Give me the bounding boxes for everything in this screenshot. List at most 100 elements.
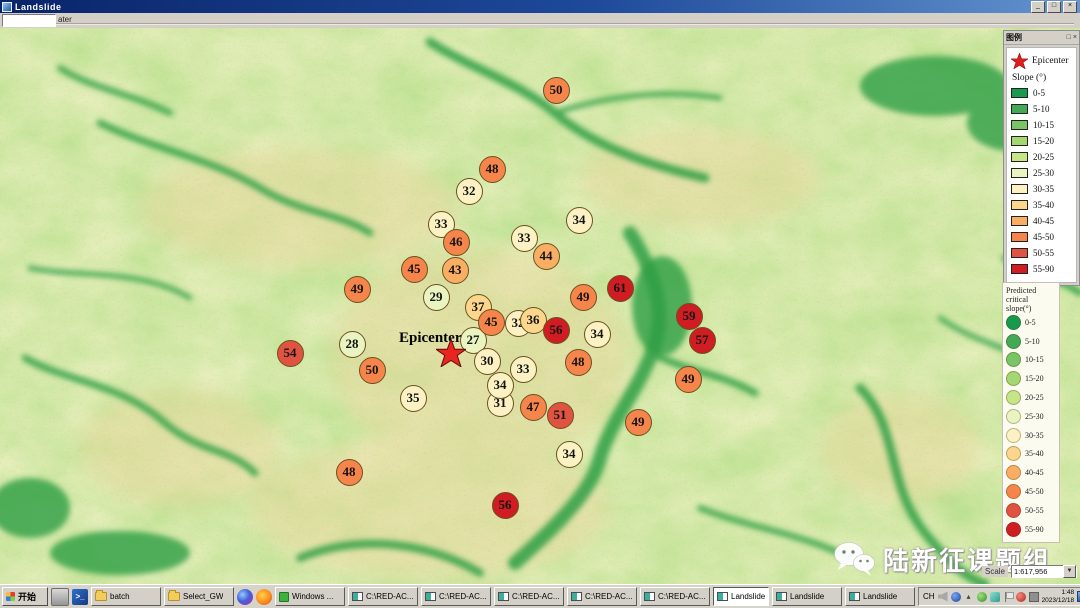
window-title: Landslide — [15, 2, 62, 12]
legend-range-label: 5-10 — [1033, 104, 1050, 114]
wechat-icon — [833, 540, 877, 578]
console-icon — [571, 592, 582, 601]
window-controls: _□× — [1031, 1, 1080, 13]
console-icon — [849, 592, 860, 601]
task-label: Landslide — [790, 592, 824, 601]
taskbar-task-button[interactable]: C:\RED-AC... — [567, 587, 637, 606]
legend-class-row: 20-25 — [1006, 388, 1057, 407]
legend-swatch — [1011, 120, 1028, 130]
taskbar-task-button[interactable]: Landslide — [845, 587, 915, 606]
minimize-button[interactable]: _ — [1031, 1, 1045, 13]
legend-range-label: 20-25 — [1025, 393, 1044, 402]
legend-swatch — [1006, 334, 1021, 349]
taskbar-task-button[interactable]: Select_GW — [164, 587, 234, 606]
printer-icon[interactable] — [51, 588, 69, 606]
legend-swatch — [1006, 352, 1021, 367]
legend-range-label: 50-55 — [1025, 506, 1044, 515]
powershell-icon[interactable] — [72, 589, 88, 605]
taskbar-task-button[interactable]: C:\RED-AC... — [421, 587, 491, 606]
language-indicator[interactable]: CH — [923, 592, 935, 601]
legend-panel[interactable]: 图例 □× Epicenter Slope (°) 0-55-1010-1515… — [1003, 30, 1080, 286]
legend-titlebar-icons: □× — [1067, 34, 1077, 42]
taskbar-task-button[interactable]: C:\RED-AC... — [494, 587, 564, 606]
legend-class-row: 35-40 — [1011, 197, 1073, 213]
sphere-icon[interactable] — [237, 589, 253, 605]
legend-range-label: 0-5 — [1025, 318, 1036, 327]
scale-control: Scale 1:617,956 ▼ — [982, 565, 1077, 578]
task-label: C:\RED-AC... — [658, 592, 706, 601]
maximize-button[interactable]: □ — [1047, 1, 1061, 13]
legend-class-row: 25-30 — [1011, 165, 1073, 181]
taskbar-clock[interactable]: 1:48 2023/12/18 — [1042, 589, 1075, 604]
legend-class-row: 5-10 — [1006, 332, 1057, 351]
task-label: C:\RED-AC... — [585, 592, 633, 601]
legend-swatch — [1011, 88, 1028, 98]
network-icon[interactable] — [1029, 592, 1039, 602]
toolbar-divider — [56, 23, 1074, 24]
map-viewport[interactable] — [0, 28, 1080, 584]
slope-legend-label: Slope (°) — [1012, 73, 1073, 83]
map-raster[interactable] — [0, 28, 1080, 584]
alert-icon[interactable] — [1016, 592, 1026, 602]
legend-swatch — [1006, 371, 1021, 386]
legend-range-label: 25-30 — [1025, 412, 1044, 421]
close-button[interactable]: × — [1063, 1, 1077, 13]
blue-app-icon[interactable] — [951, 592, 961, 602]
legend-class-row: 30-35 — [1011, 181, 1073, 197]
taskbar-task-button[interactable]: Landslide — [772, 587, 842, 606]
legend-class-row: 40-45 — [1006, 463, 1057, 482]
legend-class-row: 15-20 — [1006, 369, 1057, 388]
system-tray: CH 1:48 2023/12/18 — [918, 587, 1080, 606]
legend-class-row: 15-20 — [1011, 133, 1073, 149]
taskbar-task-button[interactable]: C:\RED-AC... — [348, 587, 418, 606]
legend-swatch — [1011, 152, 1028, 162]
task-label: Select_GW — [183, 592, 223, 601]
legend-swatch — [1006, 484, 1021, 499]
safety-icon[interactable] — [977, 592, 987, 602]
teal-app-icon[interactable] — [990, 592, 1000, 602]
float-panel-icon[interactable]: □ — [1067, 34, 1071, 42]
legend-range-label: 35-40 — [1025, 449, 1044, 458]
window-titlebar[interactable]: Landslide _□× — [0, 0, 1080, 13]
legend-swatch — [1011, 184, 1028, 194]
slope-legend-rows: 0-55-1010-1515-2020-2525-3030-3535-4040-… — [1011, 85, 1073, 277]
legend-class-row: 45-50 — [1006, 482, 1057, 501]
chevron-down-icon[interactable]: ▼ — [1063, 565, 1076, 578]
legend-class-row: 0-5 — [1006, 313, 1057, 332]
tray-icons — [938, 592, 1039, 602]
legend-swatch — [1011, 232, 1028, 242]
legend-class-row: 25-30 — [1006, 407, 1057, 426]
hidden-icons-caret[interactable] — [964, 592, 974, 602]
taskbar-task-button[interactable]: batch — [91, 587, 161, 606]
scale-value: 1:617,956 — [1012, 567, 1063, 576]
legend-range-label: 55-90 — [1025, 525, 1044, 534]
scale-combobox[interactable]: 1:617,956 ▼ — [1011, 565, 1077, 578]
app-icon — [2, 2, 12, 12]
start-button[interactable]: 开始 — [2, 587, 48, 606]
toolbar: ater — [0, 13, 1080, 29]
close-icon[interactable]: × — [1073, 34, 1077, 42]
firefox-icon[interactable] — [256, 589, 272, 605]
legend-swatch — [1011, 264, 1028, 274]
toolbar-input[interactable] — [2, 14, 56, 27]
console-icon — [352, 592, 363, 601]
taskbar-task-button[interactable]: Landslide — [713, 587, 769, 606]
volume-icon[interactable] — [938, 592, 948, 602]
legend-swatch — [1011, 104, 1028, 114]
legend-swatch — [1006, 428, 1021, 443]
legend-range-label: 5-10 — [1025, 337, 1040, 346]
epicenter-star-icon — [436, 339, 466, 367]
flag-icon[interactable] — [1003, 592, 1013, 602]
epicenter-legend-star-icon — [1011, 53, 1028, 69]
taskbar-task-button[interactable]: C:\RED-AC... — [640, 587, 710, 606]
taskbar-task-button[interactable]: Windows ... — [275, 587, 345, 606]
start-label: 开始 — [18, 590, 36, 603]
legend-swatch — [1006, 446, 1021, 461]
application-window: Landslide _□× ater — [0, 0, 1080, 608]
legend-titlebar[interactable]: 图例 □× — [1004, 31, 1079, 45]
clock-date: 2023/12/18 — [1042, 597, 1075, 604]
windows-flag-icon — [6, 592, 15, 601]
legend-range-label: 15-20 — [1025, 374, 1044, 383]
task-label: Landslide — [863, 592, 897, 601]
console-icon — [644, 592, 655, 601]
